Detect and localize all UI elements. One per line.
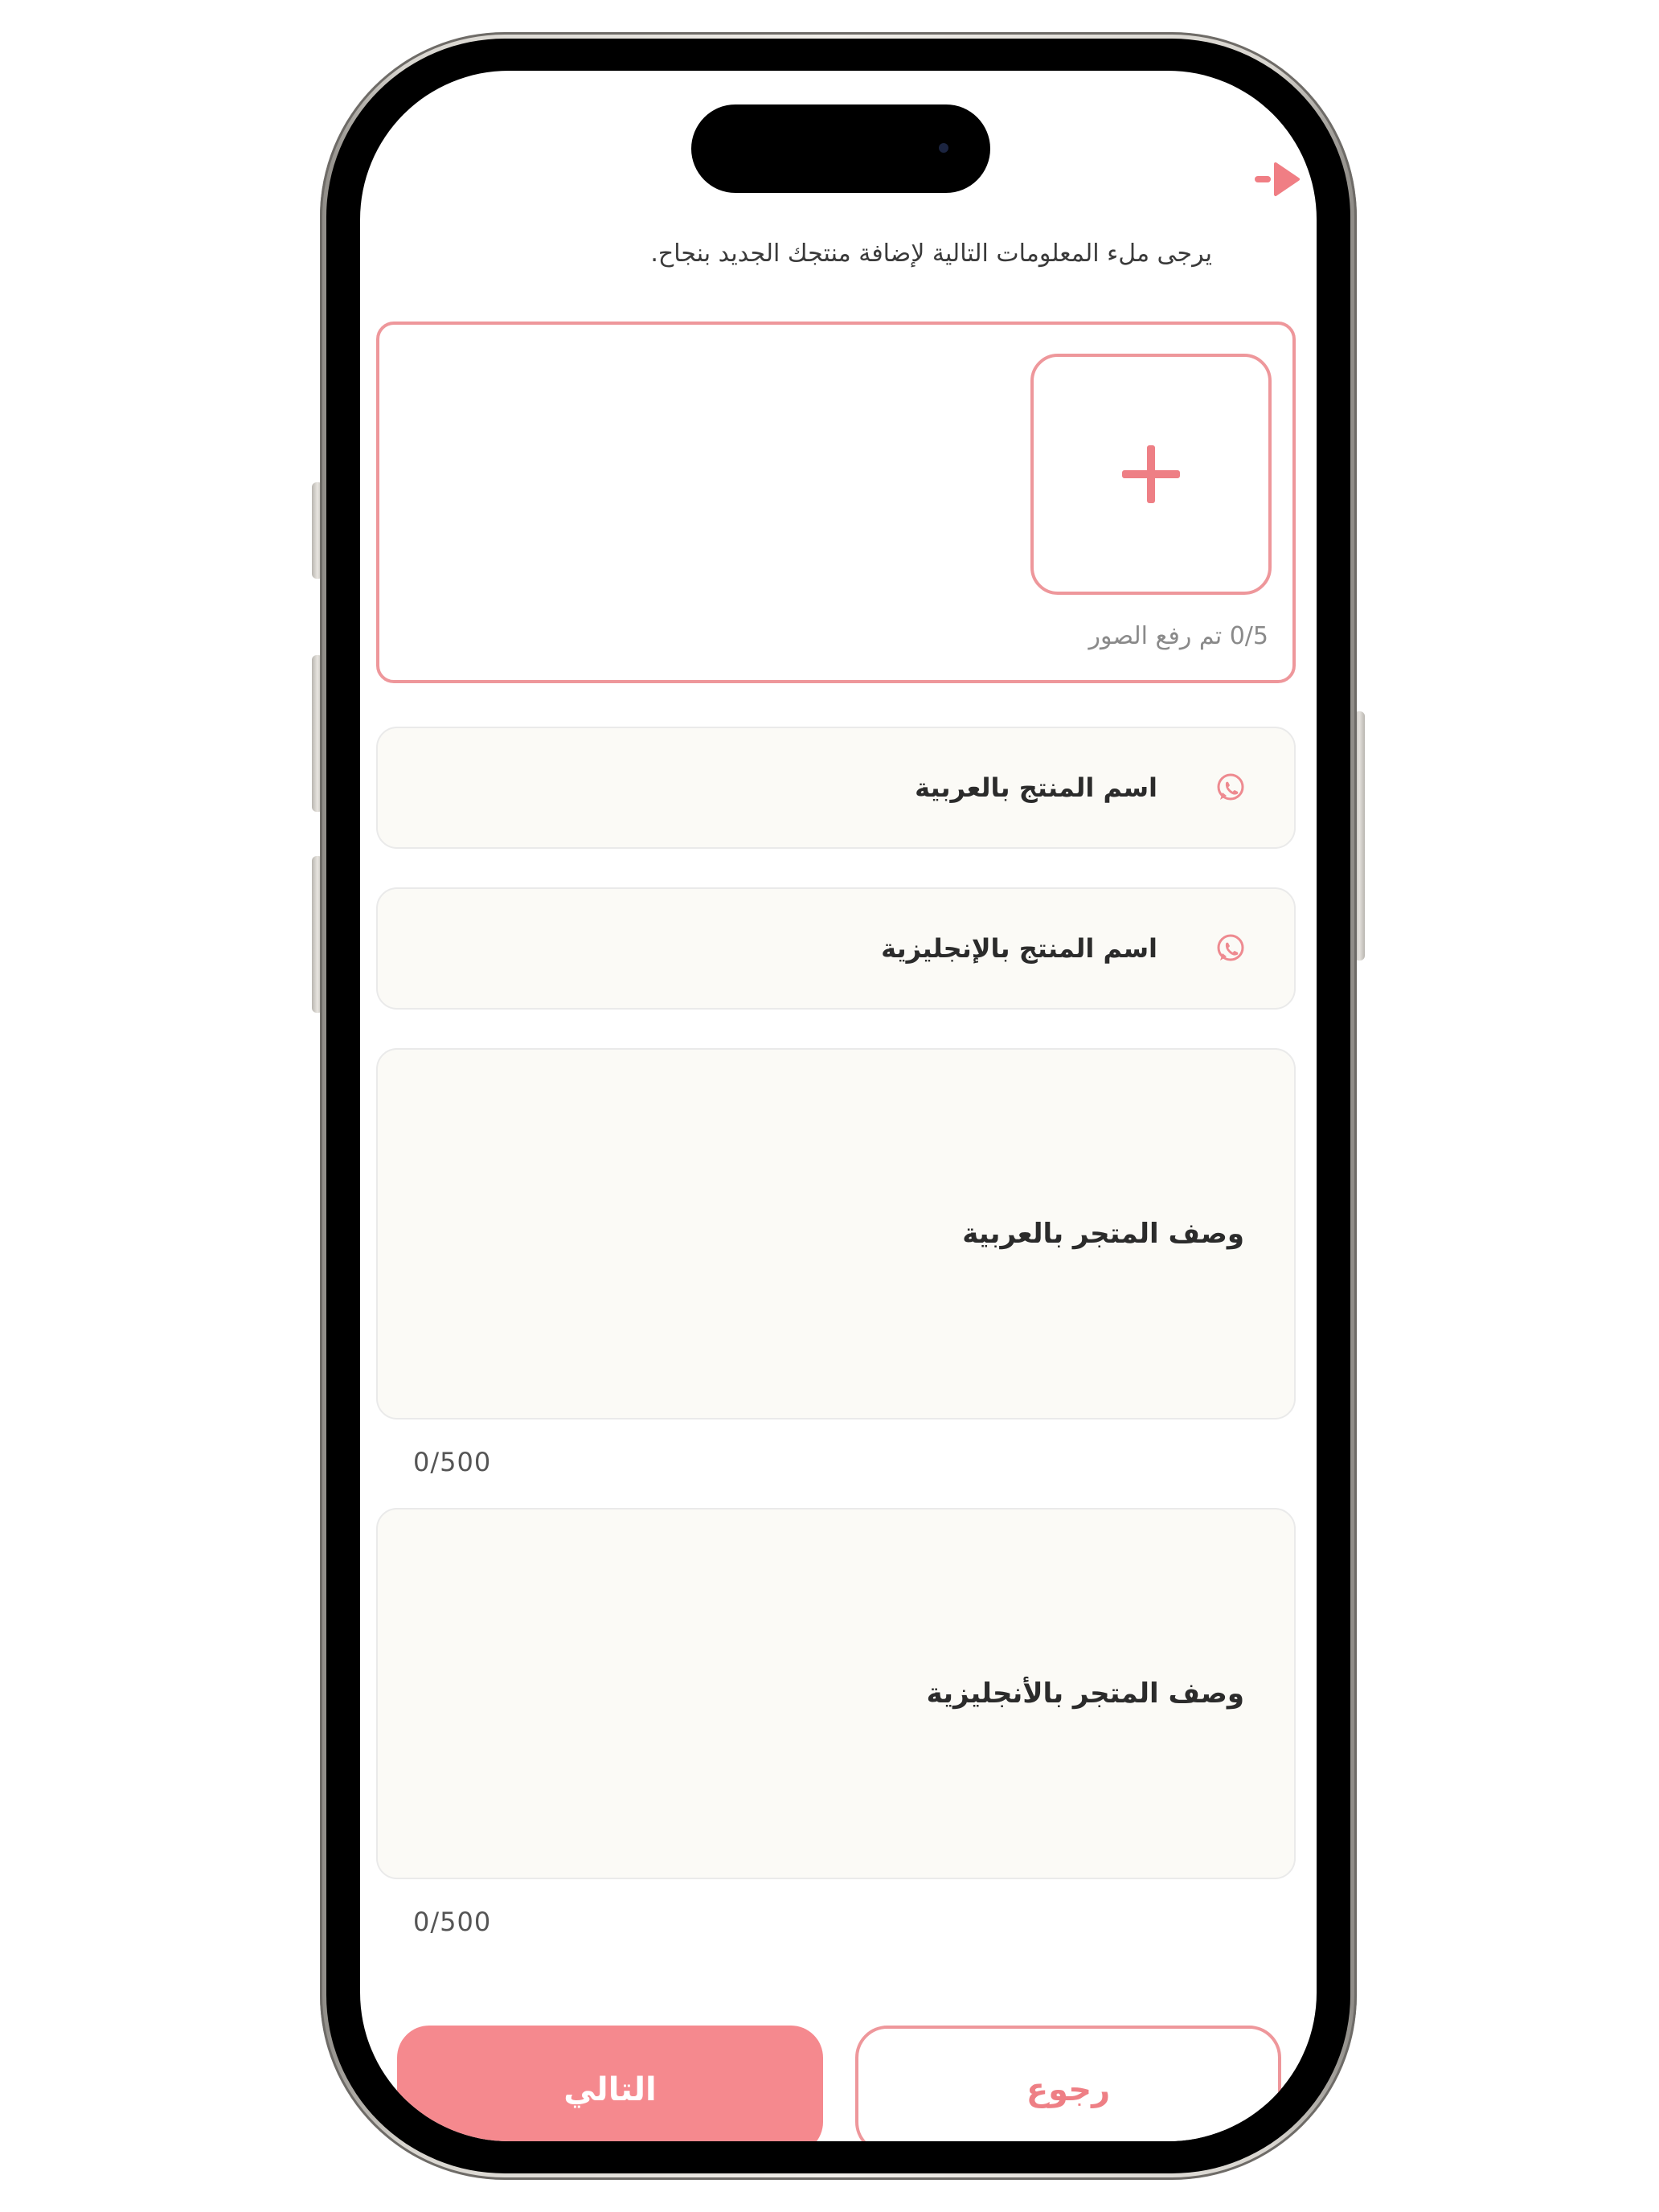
page-title-peek	[730, 175, 939, 199]
whatsapp-icon	[1217, 773, 1244, 801]
plus-icon	[1122, 445, 1180, 503]
product-name-en-placeholder: اسم المنتج بالإنجليزية	[881, 933, 1157, 964]
add-photo-button[interactable]	[1030, 354, 1272, 595]
store-description-en-placeholder: وصف المتجر بالأنجليزية	[926, 1677, 1244, 1710]
app-screen: يرجى ملء المعلومات التالية لإضافة منتجك …	[360, 71, 1317, 2141]
store-description-en-textarea[interactable]: وصف المتجر بالأنجليزية	[376, 1508, 1296, 1879]
store-description-ar-placeholder: وصف المتجر بالعربية	[962, 1218, 1244, 1250]
product-name-ar-placeholder: اسم المنتج بالعربية	[915, 772, 1157, 803]
back-button[interactable]: رجوع	[855, 2026, 1281, 2141]
product-name-en-field[interactable]: اسم المنتج بالإنجليزية	[376, 887, 1296, 1010]
photo-upload-area: 0/5 تم رفع الصور	[376, 322, 1296, 683]
store-description-ar-textarea[interactable]: وصف المتجر بالعربية	[376, 1048, 1296, 1419]
product-name-ar-field[interactable]: اسم المنتج بالعربية	[376, 727, 1296, 849]
camera-icon	[939, 143, 948, 153]
back-arrow-icon[interactable]	[1248, 159, 1305, 199]
whatsapp-icon	[1217, 934, 1244, 961]
instruction-text: يرجى ملء المعلومات التالية لإضافة منتجك …	[650, 240, 1212, 268]
description-ar-char-counter: 0/500	[413, 1447, 492, 1477]
description-en-char-counter: 0/500	[413, 1907, 492, 1937]
next-button[interactable]: التالي	[397, 2026, 823, 2141]
page: يرجى ملء المعلومات التالية لإضافة منتجك …	[0, 0, 1659, 2212]
upload-count: 0/5 تم رفع الصور	[1088, 622, 1268, 650]
